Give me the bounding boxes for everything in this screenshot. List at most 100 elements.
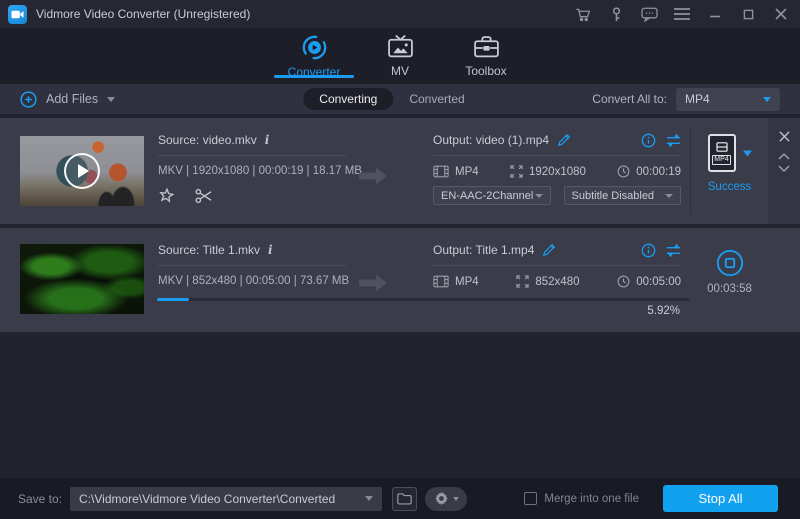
merge-checkbox[interactable]: [524, 492, 537, 505]
duration-clock-icon: [617, 165, 630, 178]
output-filename-2: Output: Title 1.mp4: [433, 243, 534, 257]
maximize-button[interactable]: [739, 5, 757, 23]
titlebar: Vidmore Video Converter (Unregistered): [0, 0, 800, 28]
save-to-label: Save to:: [18, 492, 62, 506]
app-logo-icon: [8, 5, 27, 24]
minimize-button[interactable]: [706, 5, 724, 23]
save-path-caret-icon: [365, 496, 373, 501]
divider: [433, 155, 681, 156]
feedback-icon[interactable]: [640, 5, 658, 23]
add-files-label: Add Files: [46, 92, 98, 106]
subtitle-dropdown[interactable]: Subtitle Disabled: [564, 186, 682, 205]
resolution-expand-icon: [516, 275, 529, 288]
output-format-1: MP4: [455, 166, 479, 178]
tab-converter-label: Converter: [288, 65, 341, 79]
play-icon[interactable]: [64, 153, 100, 189]
output-format-2: MP4: [455, 276, 479, 288]
convert-arrow-icon: [357, 165, 389, 187]
file-row-2: Source: Title 1.mkv i MKV | 852x480 | 00…: [0, 228, 800, 332]
source-filename-2: Source: Title 1.mkv: [158, 243, 260, 257]
format-film-icon: [433, 275, 449, 288]
tab-converted[interactable]: Converted: [393, 88, 480, 110]
output-settings-icon[interactable]: [666, 133, 681, 148]
edit-effects-icon[interactable]: [158, 187, 176, 205]
output-format-badge[interactable]: MP4: [708, 134, 736, 172]
format-badge-label: MP4: [712, 155, 730, 165]
resolution-expand-icon: [510, 165, 523, 178]
convert-all-caret-icon: [763, 97, 771, 102]
tab-toolbox[interactable]: Toolbox: [443, 28, 529, 84]
open-folder-button[interactable]: [392, 487, 417, 511]
row-hover-controls: [768, 118, 800, 224]
output-duration-1: 00:00:19: [636, 166, 681, 178]
audio-track-dropdown[interactable]: EN-AAC-2Channel: [433, 186, 551, 205]
merge-label: Merge into one file: [544, 493, 639, 505]
toolbox-icon: [473, 34, 500, 60]
mv-icon: [387, 34, 414, 60]
move-up-icon[interactable]: [778, 152, 790, 160]
main-tabbar: Converter MV Toolbox: [0, 28, 800, 84]
convert-all-dropdown[interactable]: MP4: [676, 88, 780, 111]
video-thumbnail-2[interactable]: [20, 244, 144, 314]
tab-mv[interactable]: MV: [357, 28, 443, 84]
save-path-dropdown[interactable]: C:\Vidmore\Vidmore Video Converter\Conve…: [70, 487, 382, 511]
add-plus-icon: [20, 91, 37, 108]
cut-scissors-icon[interactable]: [194, 188, 213, 204]
subtitle-value: Subtitle Disabled: [572, 190, 655, 202]
convert-status-tabs: Converting Converted: [303, 88, 480, 110]
output-resolution-1: 1920x1080: [529, 166, 586, 178]
audio-caret-icon: [535, 194, 543, 198]
tab-converting[interactable]: Converting: [303, 88, 393, 110]
stop-all-label: Stop All: [698, 491, 742, 506]
source-meta-1: MKV | 1920x1080 | 00:00:19 | 18.17 MB: [158, 165, 348, 177]
divider: [158, 155, 346, 156]
settings-button[interactable]: [425, 487, 467, 511]
output-duration-2: 00:05:00: [636, 276, 681, 288]
video-thumbnail-1[interactable]: [20, 136, 144, 206]
converter-icon: [301, 34, 328, 61]
format-select-caret-icon[interactable]: [743, 150, 752, 157]
output-resolution-2: 852x480: [535, 276, 579, 288]
convert-all-label: Convert All to:: [592, 92, 667, 106]
folder-icon: [397, 492, 412, 505]
audio-track-value: EN-AAC-2Channel: [441, 190, 533, 202]
footer-bar: Save to: C:\Vidmore\Vidmore Video Conver…: [0, 478, 800, 519]
divider: [158, 265, 346, 266]
remove-file-icon[interactable]: [779, 131, 790, 142]
rename-pencil-icon[interactable]: [542, 243, 556, 257]
rename-pencil-icon[interactable]: [557, 133, 571, 147]
stop-all-button[interactable]: Stop All: [663, 485, 778, 512]
tab-mv-label: MV: [391, 64, 409, 78]
time-remaining-label: 00:03:58: [691, 283, 768, 295]
move-down-icon[interactable]: [778, 165, 790, 173]
save-path-value: C:\Vidmore\Vidmore Video Converter\Conve…: [79, 492, 359, 506]
settings-caret-icon: [453, 497, 459, 501]
source-info-icon[interactable]: i: [268, 243, 273, 257]
status-success-label: Success: [691, 181, 768, 193]
output-filename-1: Output: video (1).mp4: [433, 133, 549, 147]
output-settings-icon[interactable]: [666, 243, 681, 258]
progress-bar: [157, 298, 690, 301]
source-info-icon[interactable]: i: [265, 133, 270, 147]
cart-icon[interactable]: [574, 5, 592, 23]
progress-percent-label: 5.92%: [560, 305, 680, 317]
tab-converter[interactable]: Converter: [271, 28, 357, 84]
stop-conversion-button[interactable]: [691, 248, 768, 278]
add-files-caret-icon[interactable]: [107, 97, 115, 102]
source-meta-2: MKV | 852x480 | 00:05:00 | 73.67 MB: [158, 275, 348, 287]
output-info-icon[interactable]: [641, 133, 656, 148]
close-button[interactable]: [772, 5, 790, 23]
window-title: Vidmore Video Converter (Unregistered): [36, 7, 250, 21]
convert-arrow-icon: [357, 272, 389, 294]
format-film-icon: [433, 165, 449, 178]
merge-checkbox-group[interactable]: Merge into one file: [524, 492, 639, 505]
add-files-button[interactable]: Add Files: [20, 91, 115, 108]
output-info-icon[interactable]: [641, 243, 656, 258]
menu-icon[interactable]: [673, 5, 691, 23]
subtitle-caret-icon: [665, 194, 673, 198]
source-filename-1: Source: video.mkv: [158, 133, 257, 147]
tab-toolbox-label: Toolbox: [465, 64, 506, 78]
toolbar: Add Files Converting Converted Convert A…: [0, 84, 800, 114]
divider: [433, 265, 681, 266]
register-key-icon[interactable]: [607, 5, 625, 23]
